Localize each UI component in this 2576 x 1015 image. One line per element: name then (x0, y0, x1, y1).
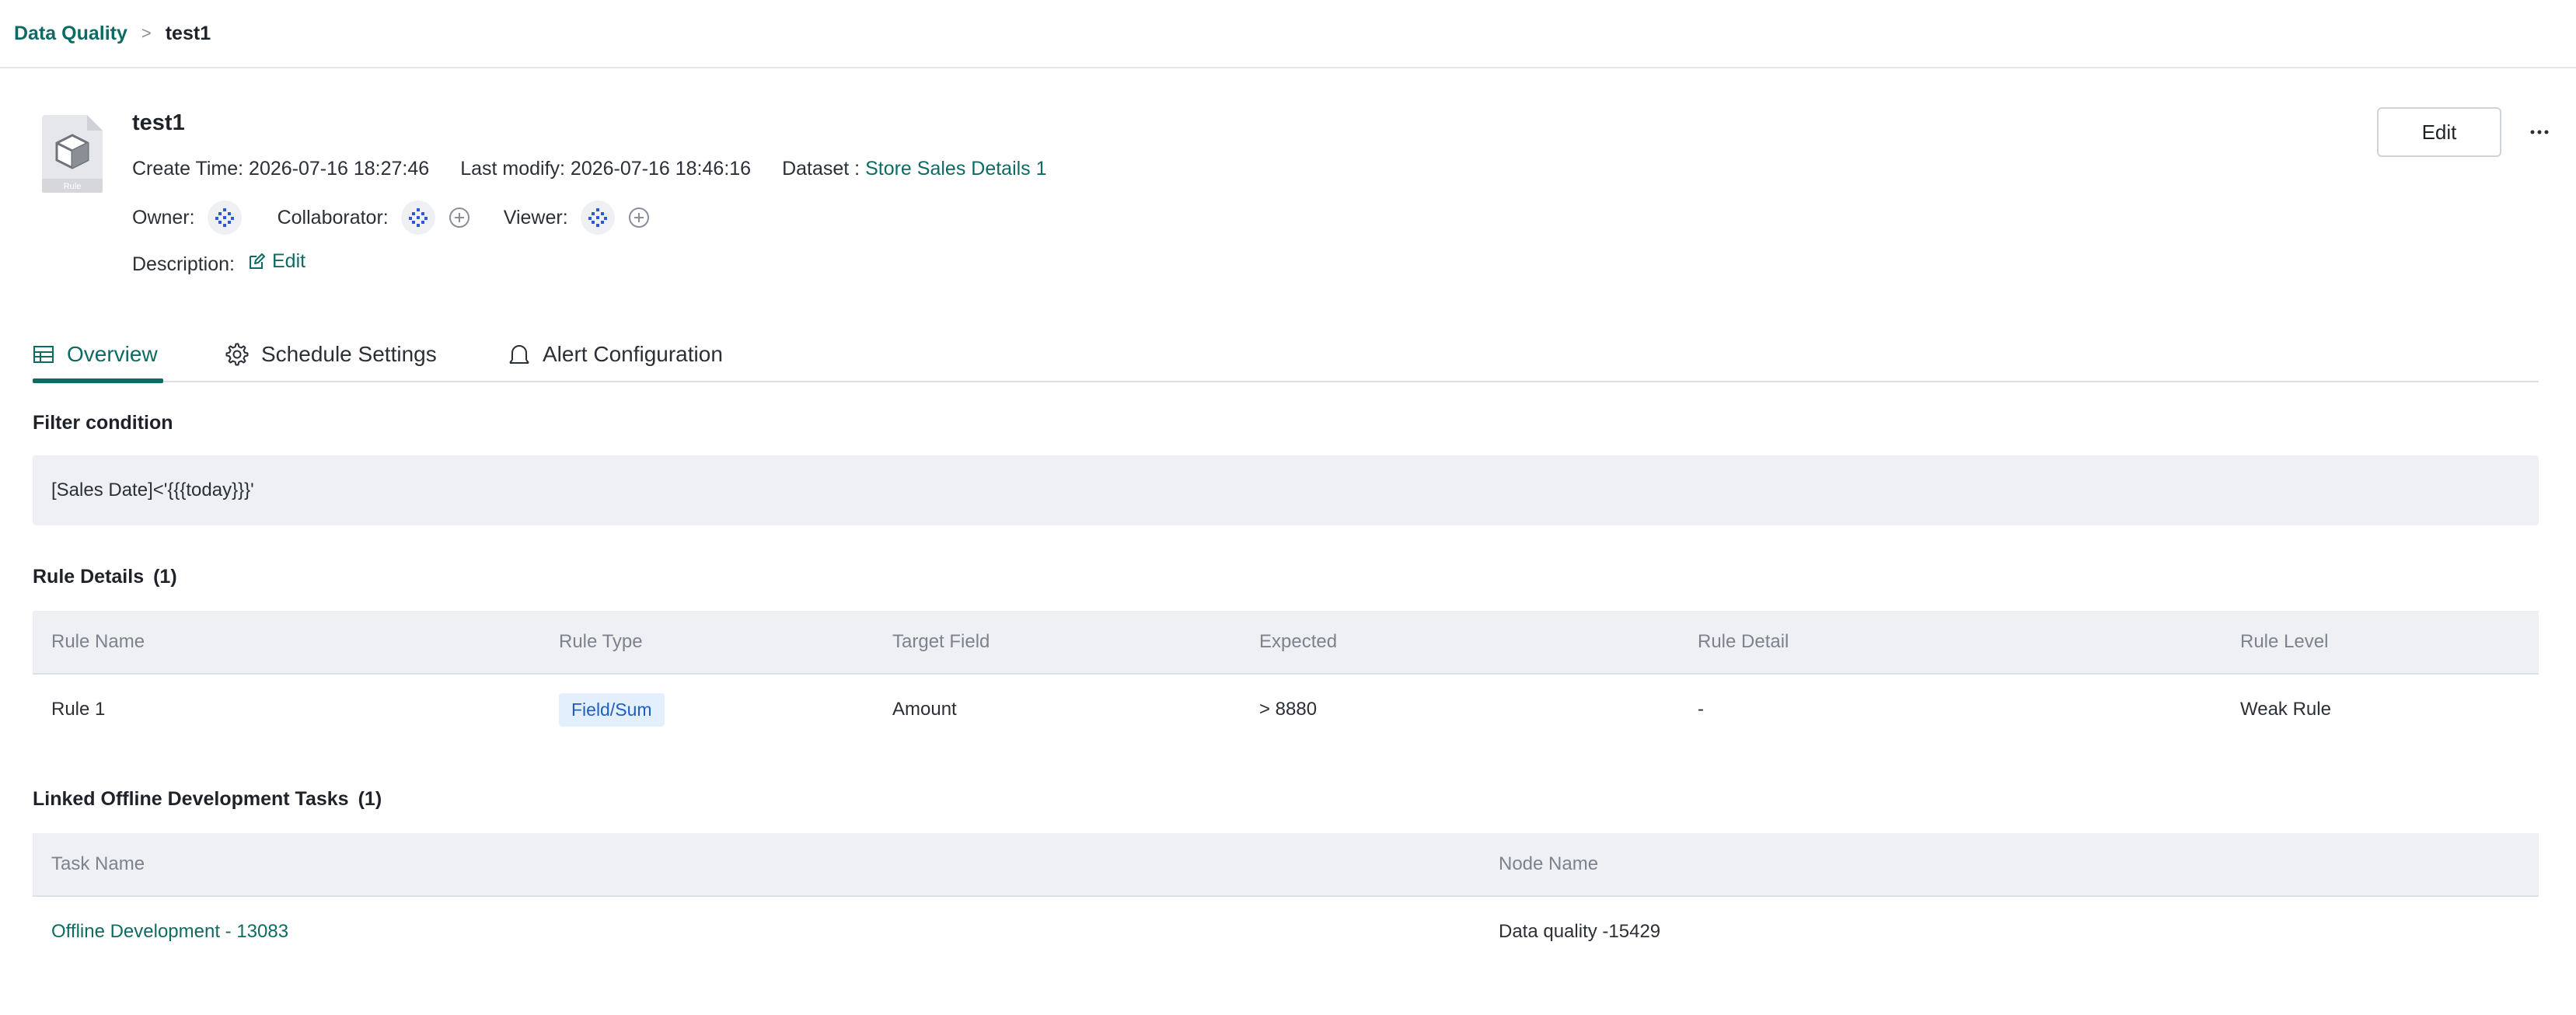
column-header: Task Name (51, 853, 145, 874)
rule-details-title-text: Rule Details (33, 566, 145, 588)
linked-tasks-count: (1) (358, 788, 382, 810)
filter-condition-title: Filter condition (33, 412, 173, 434)
description-edit-link[interactable]: Edit (247, 250, 305, 273)
collaborator-label: Collaborator: (277, 206, 389, 228)
expected-cell: > 8880 (1259, 699, 1318, 720)
active-tab-indicator (33, 378, 163, 383)
rule-type-tag: Field/Sum (559, 692, 665, 727)
gear-icon (225, 343, 249, 366)
breadcrumb: Data Quality > test1 (0, 0, 2576, 68)
edit-icon (250, 253, 265, 269)
rule-details-table: Rule Name Rule Type Target Field Expecte… (33, 611, 2539, 745)
rule-details-count: (1) (153, 566, 177, 588)
dataset-label: Dataset : (782, 158, 866, 180)
column-header: Target Field (892, 631, 990, 652)
page-title: test1 (132, 110, 185, 135)
last-modify: Last modify: 2026-07-16 18:46:16 (460, 158, 752, 180)
rule-level-cell: Weak Rule (2240, 699, 2331, 720)
description-edit-label: Edit (272, 250, 306, 272)
rule-meta: Create Time: 2026-07-16 18:27:46 Last mo… (132, 158, 1047, 180)
viewer-avatar[interactable] (580, 201, 615, 235)
breadcrumb-separator: > (141, 23, 152, 43)
table-header: Rule Name Rule Type Target Field Expecte… (33, 611, 2539, 675)
filter-condition-box: [Sales Date]<'{{{today}}}' (33, 455, 2539, 525)
permissions-row: Owner: Collaborator: Viewer: (132, 201, 651, 235)
column-header: Rule Level (2240, 631, 2329, 652)
rule-file-icon: Rule (40, 113, 104, 194)
ellipsis-icon[interactable] (2526, 117, 2553, 148)
table-row[interactable]: Offline Development - 13083 Data quality… (33, 897, 2539, 967)
tab-overview-label: Overview (67, 342, 158, 366)
edit-button[interactable]: Edit (2377, 107, 2501, 157)
description-label: Description: (132, 253, 235, 275)
column-header: Rule Detail (1698, 631, 1789, 652)
tab-overview[interactable]: Overview (33, 326, 158, 382)
column-header: Node Name (1499, 853, 1599, 874)
rule-details-title: Rule Details (1) (33, 566, 177, 588)
tab-alert-configuration-label: Alert Configuration (543, 342, 723, 366)
target-field-cell: Amount (892, 699, 957, 720)
node-name-cell: Data quality -15429 (1499, 921, 1661, 942)
tab-alert-configuration[interactable]: Alert Configuration (508, 326, 723, 382)
collaborator-avatar[interactable] (400, 201, 435, 235)
breadcrumb-current: test1 (165, 22, 211, 44)
rule-icon-caption: Rule (64, 182, 82, 191)
dataset-link[interactable]: Store Sales Details 1 (865, 158, 1046, 180)
add-viewer-icon[interactable] (627, 206, 651, 229)
breadcrumb-data-quality-link[interactable]: Data Quality (14, 23, 127, 45)
owner-avatar[interactable] (207, 201, 242, 235)
tab-schedule-settings[interactable]: Schedule Settings (225, 326, 437, 382)
tab-bar: Overview Schedule Settings Alert Configu… (33, 326, 2539, 383)
tab-schedule-settings-label: Schedule Settings (261, 342, 437, 366)
viewer-label: Viewer: (503, 206, 568, 228)
filter-condition-value: [Sales Date]<'{{{today}}}' (51, 480, 254, 501)
add-collaborator-icon[interactable] (448, 206, 471, 229)
create-time: Create Time: 2026-07-16 18:27:46 (132, 158, 430, 180)
rule-name-cell: Rule 1 (51, 699, 106, 720)
rule-detail-cell: - (1698, 699, 1704, 720)
column-header: Rule Type (559, 631, 643, 652)
column-header: Expected (1259, 631, 1338, 652)
task-name-link[interactable]: Offline Development - 13083 (51, 897, 288, 967)
column-header: Rule Name (51, 631, 145, 652)
linked-tasks-title-text: Linked Offline Development Tasks (33, 788, 349, 810)
linked-tasks-title: Linked Offline Development Tasks (1) (33, 788, 382, 811)
table-header: Task Name Node Name (33, 833, 2539, 897)
rule-type-cell: Field/Sum (559, 675, 665, 745)
owner-label: Owner: (132, 206, 195, 228)
linked-tasks-table: Task Name Node Name Offline Development … (33, 833, 2539, 967)
description-row: Description: Edit (132, 250, 305, 276)
table-icon (33, 346, 54, 363)
bell-icon (509, 345, 529, 364)
table-row[interactable]: Rule 1 Field/Sum Amount > 8880 - Weak Ru… (33, 675, 2539, 745)
